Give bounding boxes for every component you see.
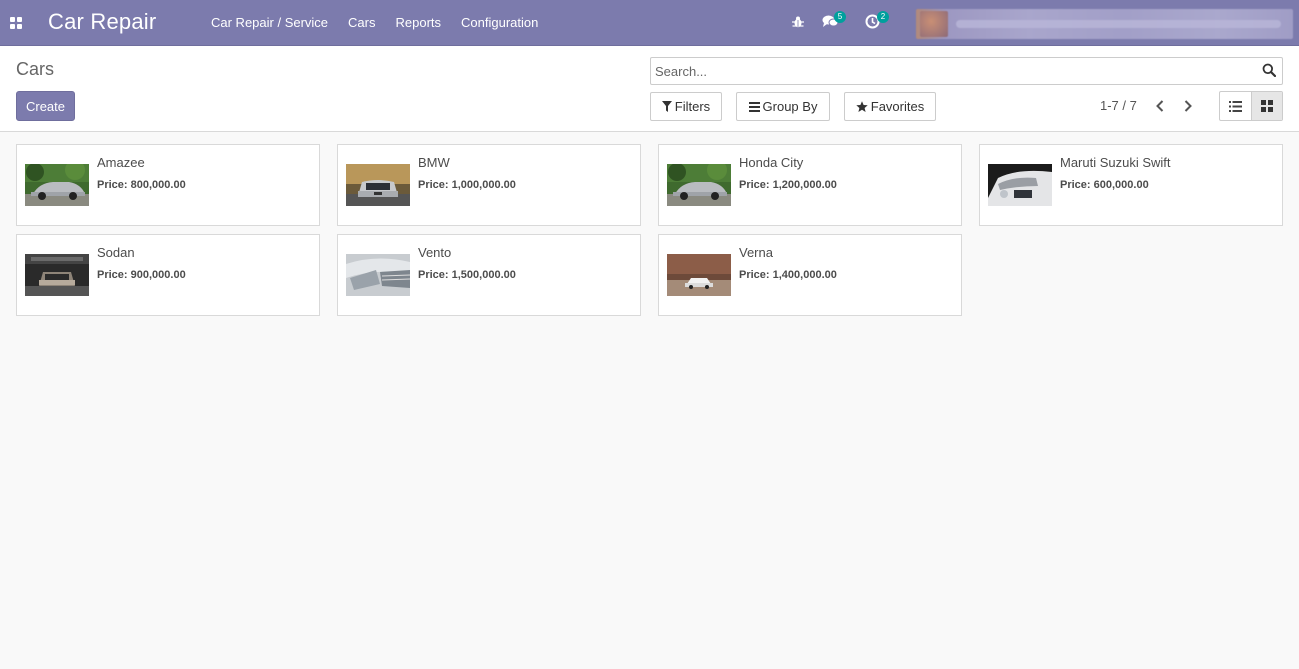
filters-button[interactable]: Filters [650,92,722,121]
car-price: Price: 1,000,000.00 [418,179,516,191]
group-by-label: Group By [762,99,818,114]
menu-item-cars[interactable]: Cars [338,0,385,46]
kanban-card[interactable]: Vento Price: 1,500,000.00 [337,234,641,316]
car-name: Vento [418,245,452,260]
chevron-left-icon [1156,100,1164,112]
pager-value[interactable]: 1-7 / 7 [1100,98,1137,113]
car-image-silver-sports-car [25,164,89,206]
kanban-view-button[interactable] [1251,92,1282,120]
list-view-button[interactable] [1220,92,1251,120]
car-image-silver-sports-car [667,164,731,206]
search-input[interactable] [655,61,1255,81]
apps-menu-icon[interactable] [0,0,32,46]
kanban-grid-icon [1261,100,1273,112]
kanban-card[interactable]: BMW Price: 1,000,000.00 [337,144,641,226]
kanban-card[interactable]: Maruti Suzuki Swift Price: 600,000.00 [979,144,1283,226]
app-title: Car Repair [48,9,157,34]
activities-clock-icon[interactable]: 2 [865,11,889,32]
car-price: Price: 600,000.00 [1060,179,1149,191]
messages-count-badge: 5 [834,11,846,23]
kanban-view: Amazee Price: 800,000.00 BMW Price: 1,00… [16,144,1283,316]
star-icon [856,100,868,112]
avatar [920,11,948,37]
control-panel: Cars Create Filters Group By Favorites 1… [0,46,1299,132]
car-name: Verna [739,245,773,260]
car-price: Price: 1,500,000.00 [418,269,516,281]
kanban-card[interactable]: Amazee Price: 800,000.00 [16,144,320,226]
view-switcher [1219,91,1283,121]
car-price: Price: 1,200,000.00 [739,179,837,191]
list-icon [1229,100,1242,112]
car-image-silver-bmw [346,164,410,206]
car-image-silver-car-headlight [346,254,410,296]
filter-icon [661,101,672,112]
search-icon[interactable] [1262,63,1278,79]
menu-item-configuration[interactable]: Configuration [451,0,548,46]
top-navbar: Car Repair Car Repair / Service Cars Rep… [0,0,1299,46]
car-image-white-car-desert-road [667,254,731,296]
favorites-label: Favorites [870,99,925,114]
breadcrumb: Cars [16,59,55,79]
pager-previous-button[interactable] [1151,96,1169,116]
kanban-card[interactable]: Verna Price: 1,400,000.00 [658,234,962,316]
messages-icon[interactable]: 5 [822,11,846,32]
car-name: Sodan [97,245,135,260]
filters-label: Filters [674,99,711,114]
main-menu: Car Repair / Service Cars Reports Config… [201,0,548,46]
group-by-button[interactable]: Group By [736,92,830,121]
kanban-card[interactable]: Sodan Price: 900,000.00 [16,234,320,316]
car-image-vintage-car-garage [25,254,89,296]
car-image-white-mercedes [988,164,1052,206]
user-menu[interactable] [916,9,1293,39]
car-price: Price: 900,000.00 [97,269,186,281]
car-price: Price: 1,400,000.00 [739,269,837,281]
car-name: Amazee [97,155,145,170]
car-name: Maruti Suzuki Swift [1060,155,1171,170]
favorites-button[interactable]: Favorites [844,92,936,121]
menu-item-car-repair-service[interactable]: Car Repair / Service [201,0,338,46]
pager-next-button[interactable] [1179,96,1197,116]
car-name: Honda City [739,155,804,170]
menu-item-reports[interactable]: Reports [386,0,452,46]
search-box [650,57,1283,85]
kanban-card[interactable]: Honda City Price: 1,200,000.00 [658,144,962,226]
activities-count-badge: 2 [877,11,889,23]
car-name: BMW [418,155,450,170]
user-name-blurred [956,20,1281,28]
create-button[interactable]: Create [16,91,75,121]
bars-icon [748,101,760,112]
chevron-right-icon [1184,100,1192,112]
car-price: Price: 800,000.00 [97,179,186,191]
debug-bug-icon[interactable] [791,14,809,32]
